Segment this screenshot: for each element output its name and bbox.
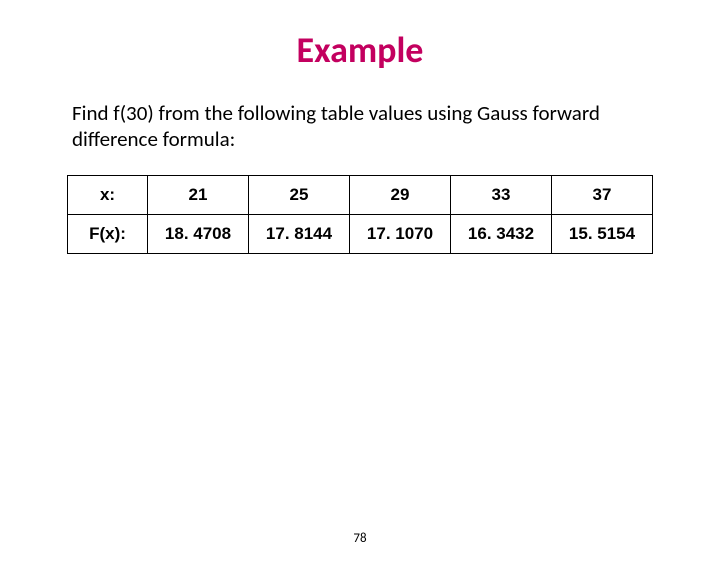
table-cell: 17. 8144 bbox=[249, 214, 350, 253]
table-cell: 33 bbox=[451, 175, 552, 214]
table-cell: 29 bbox=[350, 175, 451, 214]
table-cell: 17. 1070 bbox=[350, 214, 451, 253]
page-number: 78 bbox=[0, 531, 720, 546]
table-cell: 16. 3432 bbox=[451, 214, 552, 253]
problem-statement: Find f(30) from the following table valu… bbox=[72, 100, 650, 153]
page-title: Example bbox=[0, 28, 720, 72]
table-cell: 15. 5154 bbox=[552, 214, 653, 253]
data-table: x: 21 25 29 33 37 F(x): 18. 4708 17. 814… bbox=[67, 175, 653, 254]
table-cell: 18. 4708 bbox=[148, 214, 249, 253]
table-row: x: 21 25 29 33 37 bbox=[68, 175, 653, 214]
table-cell: 21 bbox=[148, 175, 249, 214]
slide: Example Find f(30) from the following ta… bbox=[0, 28, 720, 568]
row-label: x: bbox=[68, 175, 148, 214]
table-cell: 37 bbox=[552, 175, 653, 214]
table-cell: 25 bbox=[249, 175, 350, 214]
row-label: F(x): bbox=[68, 214, 148, 253]
table-row: F(x): 18. 4708 17. 8144 17. 1070 16. 343… bbox=[68, 214, 653, 253]
